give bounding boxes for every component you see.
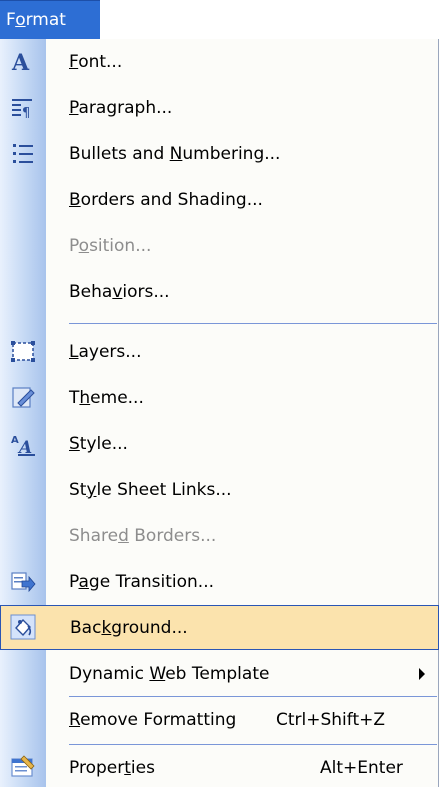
menu-item-style[interactable]: A A Style... [0,421,439,467]
menu-item-borders-shading[interactable]: Borders and Shading... [0,177,439,223]
page-transition-icon [11,572,36,593]
menu-item-bullets-numbering[interactable]: Bullets and Numbering... [0,131,439,177]
svg-text:A: A [11,50,30,75]
menu-item-properties[interactable]: Properties Alt+Enter [0,745,439,787]
menu-item-layers[interactable]: Layers... [0,329,439,375]
menu-item-label: Dynamic Web Template [69,664,270,684]
menu-item-shortcut: Ctrl+Shift+Z [276,710,386,730]
menu-item-background[interactable]: Background... [0,605,439,650]
menu-format[interactable]: Format [0,0,100,39]
menu-item-label: Style... [69,434,128,454]
menu-item-label: Position... [69,236,152,256]
menu-item-position: Position... [0,223,439,269]
submenu-arrow-icon [419,668,425,680]
svg-text:¶: ¶ [22,106,30,121]
menu-item-label: Theme... [69,388,144,408]
menu-item-shared-borders: Shared Borders... [0,513,439,559]
menu-item-shortcut: Alt+Enter [320,758,403,778]
format-menu-screenshot: Format A Font... ¶ Paragraph... Bullets … [0,0,439,787]
menu-item-remove-formatting[interactable]: Remove Formatting Ctrl+Shift+Z [0,697,439,743]
menu-item-label: Behaviors... [69,282,170,302]
menu-item-label: Style Sheet Links... [69,480,232,500]
menu-item-behaviors[interactable]: Behaviors... [0,269,439,315]
menu-item-label: Paragraph... [69,98,173,118]
svg-text:A: A [11,435,19,446]
font-icon: A [11,50,30,75]
layers-icon [11,341,35,362]
style-icon: A A [11,435,35,457]
menu-item-paragraph[interactable]: ¶ Paragraph... [0,85,439,131]
menu-format-label: Format [6,10,66,30]
menu-item-theme[interactable]: Theme... [0,375,439,421]
menu-item-label: Borders and Shading... [69,190,263,210]
menu-item-dynamic-web-template[interactable]: Dynamic Web Template [0,650,439,696]
format-dropdown-menu: A Font... ¶ Paragraph... Bullets and Num… [0,39,439,787]
menu-item-style-sheet-links[interactable]: Style Sheet Links... [0,467,439,513]
properties-icon [11,755,35,777]
menu-item-label: Page Transition... [69,572,214,592]
menu-item-label: Layers... [69,342,142,362]
menu-item-label: Properties [69,758,155,778]
menu-item-label: Shared Borders... [69,526,217,546]
background-icon [10,614,36,640]
menu-separator [69,323,437,324]
menu-item-font[interactable]: A Font... [0,39,439,85]
paragraph-icon: ¶ [12,99,32,121]
menu-item-label: Remove Formatting [69,710,237,730]
theme-icon [12,387,35,408]
menu-item-label: Background... [70,618,188,638]
menu-item-page-transition[interactable]: Page Transition... [0,559,439,605]
menu-item-label: Bullets and Numbering... [69,144,281,164]
bullets-icon [13,144,33,163]
menu-item-label: Font... [69,52,123,72]
